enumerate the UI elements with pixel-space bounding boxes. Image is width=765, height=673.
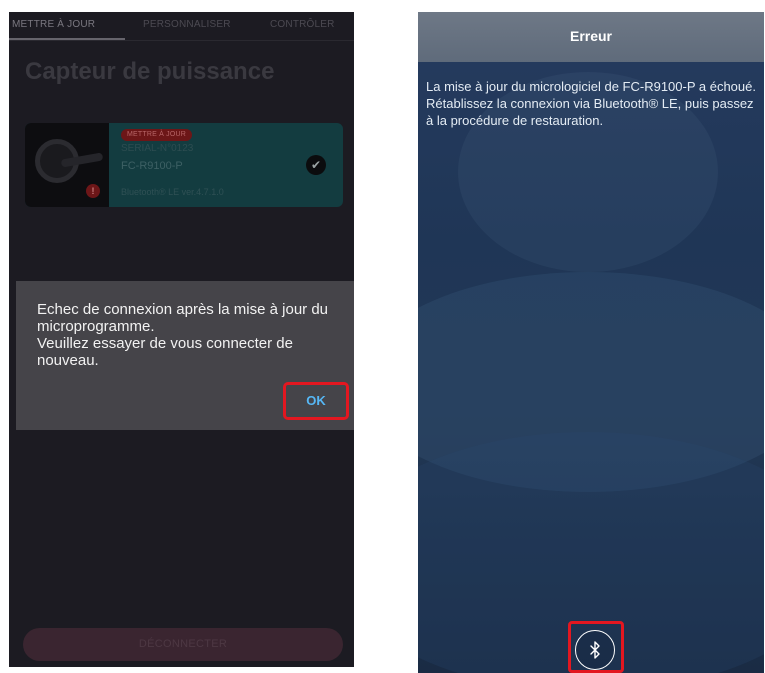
exclamation-icon: ! [86, 184, 100, 198]
device-ble-version: Bluetooth® LE ver.4.7.1.0 [121, 187, 224, 197]
error-message: La mise à jour du micrologiciel de FC-R9… [426, 79, 756, 128]
error-title: Erreur [569, 28, 613, 44]
device-card[interactable]: ! METTRE À JOUR SERIAL-N°0123 FC-R9100-P… [25, 123, 343, 207]
bluetooth-button[interactable] [575, 630, 615, 670]
tab-update[interactable]: METTRE À JOUR [12, 19, 95, 30]
left-phone-screen: METTRE À JOUR PERSONNALISER CONTRÔLER Ca… [9, 12, 354, 667]
tab-bar: METTRE À JOUR PERSONNALISER CONTRÔLER [9, 12, 354, 41]
tab-divider [9, 40, 354, 41]
connection-failed-dialog: Echec de connexion après la mise à jour … [16, 281, 354, 430]
right-phone-screen: Erreur La mise à jour du micrologiciel d… [418, 12, 764, 673]
tab-control[interactable]: CONTRÔLER [270, 19, 335, 30]
error-header: Erreur [418, 12, 764, 62]
bluetooth-icon [590, 641, 600, 659]
checkmark-icon: ✔ [306, 155, 326, 175]
tab-customize[interactable]: PERSONNALISER [143, 19, 231, 30]
device-image: ! [25, 123, 109, 207]
device-model: FC-R9100-P [121, 160, 183, 172]
disconnect-button[interactable]: DÉCONNECTER [23, 628, 343, 661]
page-title: Capteur de puissance [25, 58, 275, 85]
device-serial: SERIAL-N°0123 [121, 143, 194, 154]
dialog-message: Echec de connexion après la mise à jour … [37, 301, 329, 369]
update-badge: METTRE À JOUR [121, 129, 192, 141]
ok-button[interactable]: OK [283, 382, 349, 420]
